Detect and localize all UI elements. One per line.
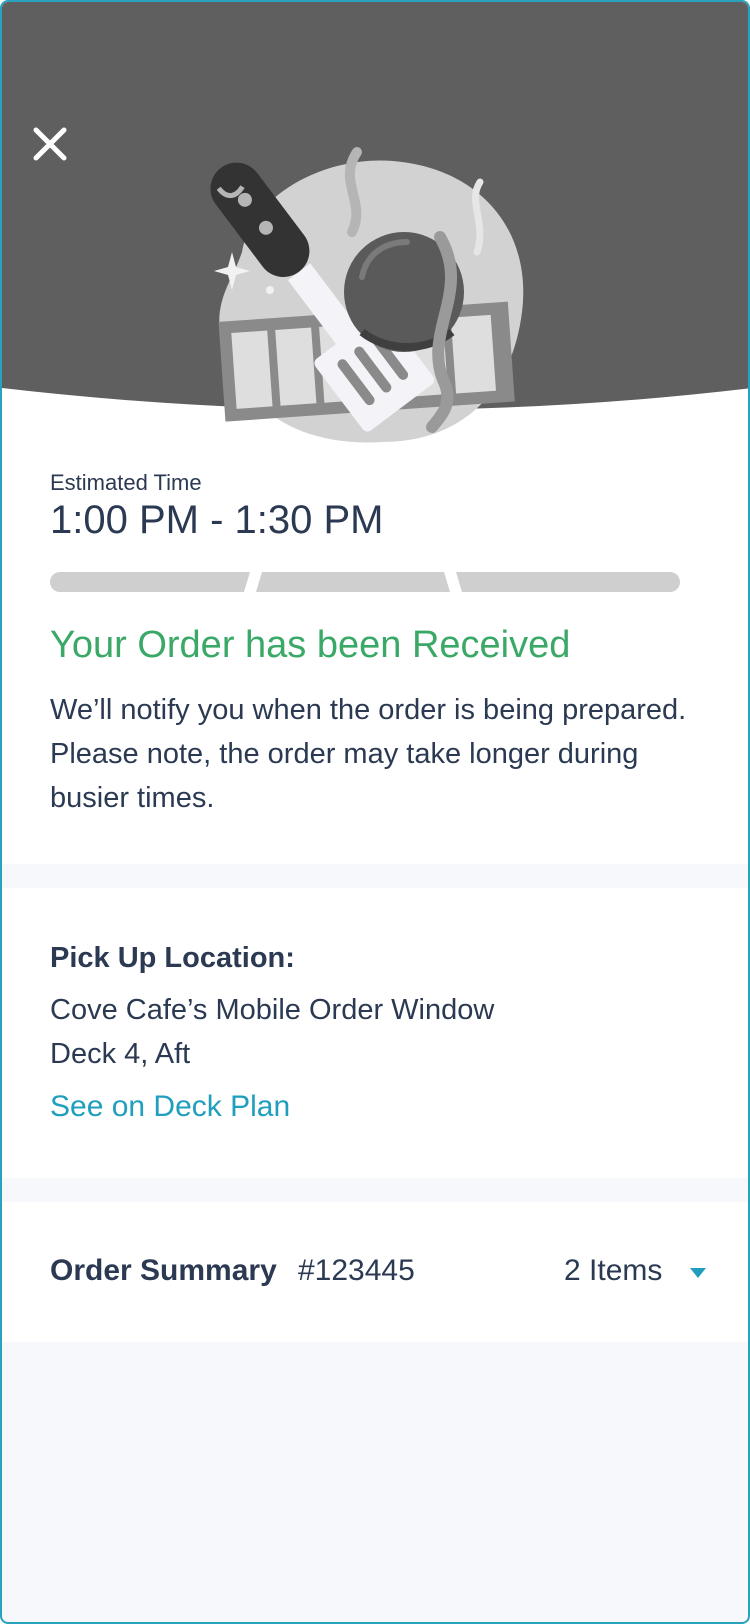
close-icon: [33, 127, 67, 161]
order-status-title: Your Order has been Received: [50, 624, 571, 666]
estimated-time-label: Estimated Time: [50, 470, 202, 495]
screen: Estimated Time 1:00 PM - 1:30 PM Your Or…: [0, 0, 750, 1624]
see-on-deck-plan-link[interactable]: See on Deck Plan: [50, 1090, 290, 1124]
progress-step-1: [50, 572, 250, 592]
order-number: #123445: [298, 1254, 415, 1287]
progress-step-3: [456, 572, 680, 592]
caret-down-icon: [690, 1268, 706, 1278]
pickup-location-deck: Deck 4, Aft: [50, 1038, 191, 1070]
order-status-description: We’ll notify you when the order is being…: [50, 694, 687, 814]
order-summary-label: Order Summary: [50, 1254, 277, 1287]
pickup-location-label: Pick Up Location:: [50, 942, 295, 974]
estimated-time-value: 1:00 PM - 1:30 PM: [50, 498, 384, 542]
pickup-location-name: Cove Cafe’s Mobile Order Window: [50, 994, 495, 1026]
order-summary-toggle[interactable]: Order Summary #123445 2 Items: [2, 1202, 748, 1342]
pickup-location-section: Pick Up Location: Cove Cafe’s Mobile Ord…: [2, 888, 748, 1178]
spatula-grill-illustration: [210, 147, 524, 443]
order-progress-bar: [50, 572, 680, 592]
close-button[interactable]: [28, 122, 72, 166]
order-status-section: Estimated Time 1:00 PM - 1:30 PM Your Or…: [2, 462, 748, 864]
order-item-count: 2 Items: [564, 1254, 663, 1287]
hero-header: [2, 2, 748, 462]
progress-step-2: [256, 572, 450, 592]
